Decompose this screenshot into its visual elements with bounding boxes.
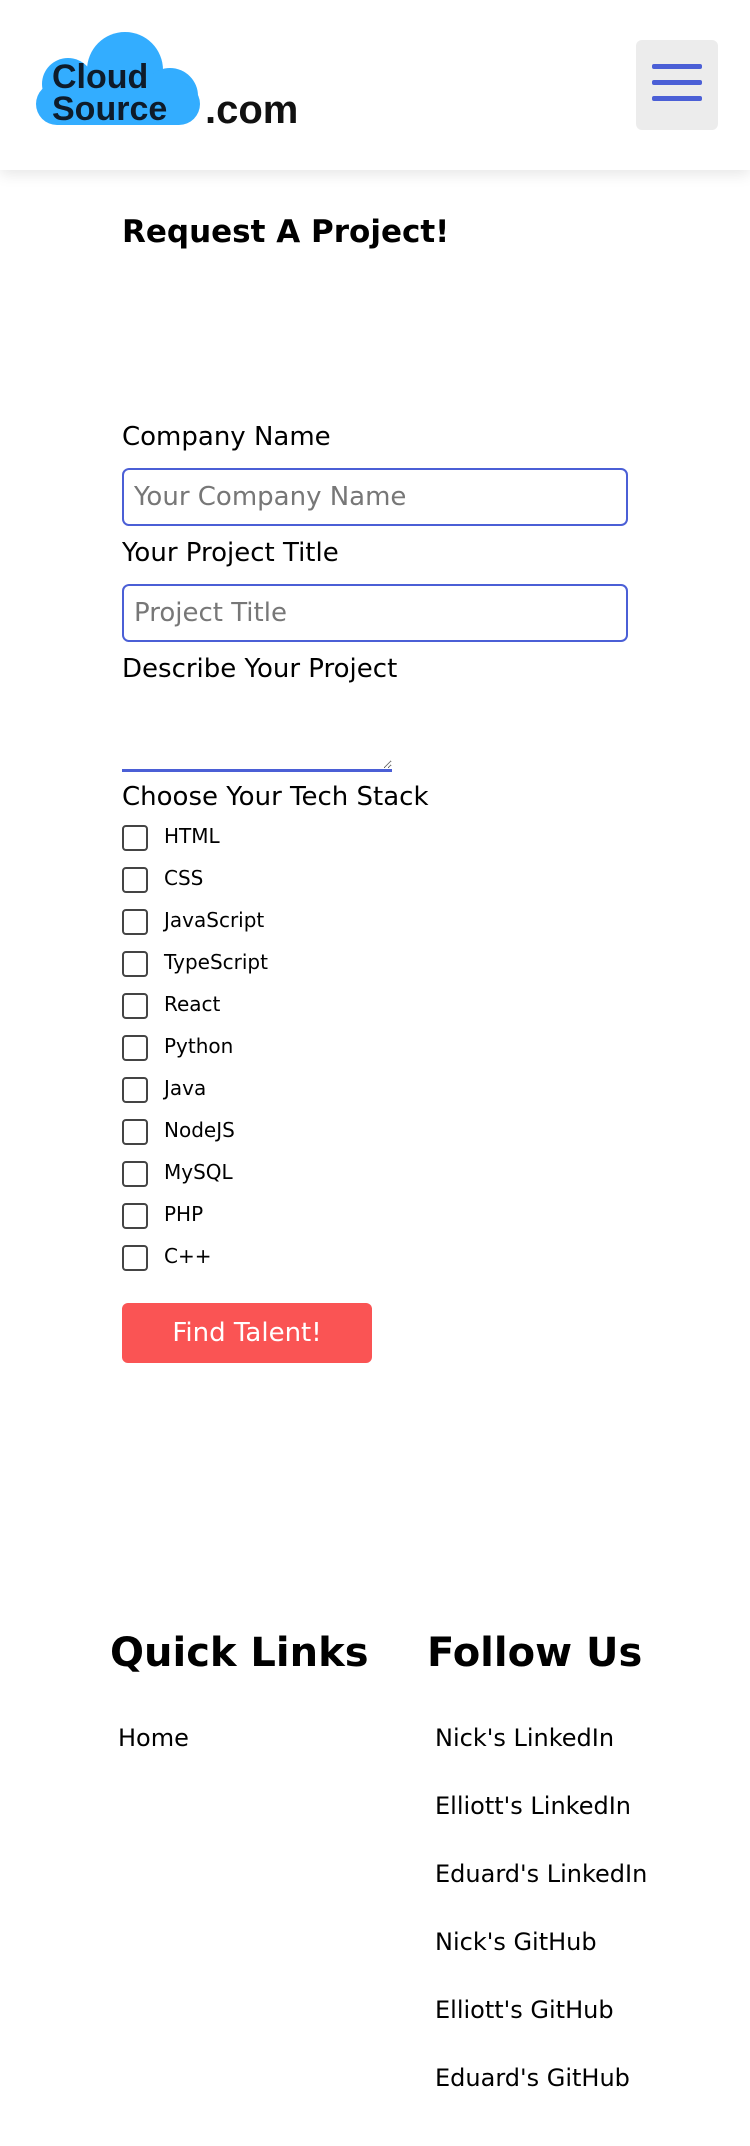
describe-project-textarea[interactable] [122,700,392,772]
checkbox[interactable] [122,951,148,977]
site-header: Cloud Source .com [0,0,750,170]
company-name-input[interactable] [122,468,628,526]
menu-bar [652,80,702,85]
menu-bar [652,96,702,101]
tech-option-php[interactable]: PHP [122,1200,422,1230]
menu-bar [652,64,702,69]
checkbox[interactable] [122,867,148,893]
logo-word-source: Source [52,90,168,128]
tech-option-python[interactable]: Python [122,1032,422,1062]
quick-links-heading: Quick Links [110,1630,369,1676]
checkbox[interactable] [122,1203,148,1229]
tech-option-css[interactable]: CSS [122,864,422,894]
tech-option-nodejs[interactable]: NodeJS [122,1116,422,1146]
tech-stack-label: Choose Your Tech Stack [122,782,429,812]
checkbox[interactable] [122,1077,148,1103]
tech-option-mysql[interactable]: MySQL [122,1158,422,1188]
company-name-label: Company Name [122,422,331,452]
project-title-label: Your Project Title [122,538,339,568]
tech-option-react[interactable]: React [122,990,422,1020]
follow-us-heading: Follow Us [427,1630,643,1676]
checkbox[interactable] [122,993,148,1019]
footer-link-elliott-github[interactable]: Elliott's GitHub [435,1996,614,2024]
checkbox[interactable] [122,825,148,851]
footer-link-nick-linkedin[interactable]: Nick's LinkedIn [435,1724,614,1752]
describe-project-label: Describe Your Project [122,654,398,684]
tech-option-html[interactable]: HTML [122,822,422,852]
tech-option-javascript[interactable]: JavaScript [122,906,422,936]
logo-suffix: .com [205,88,299,132]
checkbox[interactable] [122,1119,148,1145]
footer-link-eduard-github[interactable]: Eduard's GitHub [435,2064,630,2092]
footer-link-nick-github[interactable]: Nick's GitHub [435,1928,597,1956]
find-talent-button[interactable]: Find Talent! [122,1303,372,1363]
tech-option-typescript[interactable]: TypeScript [122,948,422,978]
project-title-input[interactable] [122,584,628,642]
checkbox[interactable] [122,909,148,935]
checkbox[interactable] [122,1245,148,1271]
hamburger-menu-icon[interactable] [636,40,718,130]
cloudsource-logo[interactable]: Cloud Source .com [30,28,305,138]
footer-link-elliott-linkedin[interactable]: Elliott's LinkedIn [435,1792,631,1820]
tech-option-java[interactable]: Java [122,1074,422,1104]
logo-word-cloud: Cloud [52,58,149,96]
footer-link-eduard-linkedin[interactable]: Eduard's LinkedIn [435,1860,647,1888]
footer-link-home[interactable]: Home [118,1724,189,1752]
tech-option-cpp[interactable]: C++ [122,1242,422,1272]
checkbox[interactable] [122,1161,148,1187]
page-title: Request A Project! [122,214,450,250]
checkbox[interactable] [122,1035,148,1061]
